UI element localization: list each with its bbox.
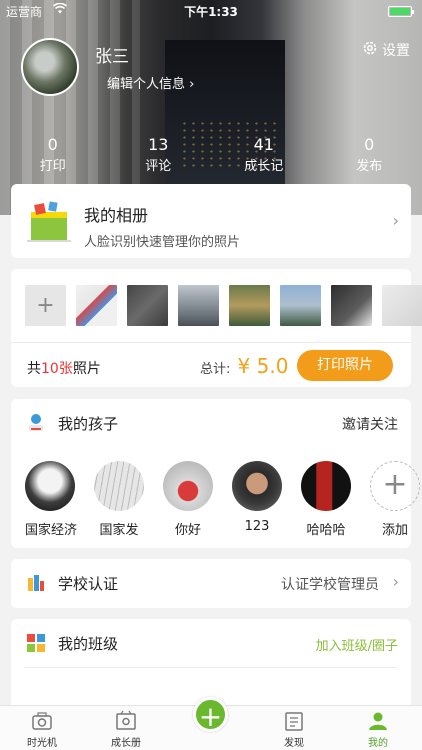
header-curtain-pattern [0, 0, 140, 215]
tab-label: 我的 [368, 738, 388, 749]
status-bar: 运营商 下午1:33 [0, 0, 422, 22]
child-item[interactable]: 你好 [163, 461, 213, 538]
album-subtitle: 人脸识别快速管理你的照片 [84, 235, 241, 250]
stat-posts[interactable]: 0 发布 [317, 135, 422, 174]
child-avatar [301, 461, 351, 511]
divider [25, 667, 397, 668]
profile-header-background [0, 0, 422, 215]
album-icon [25, 198, 73, 244]
battery-icon [388, 6, 414, 17]
stat-value: 41 [253, 135, 274, 154]
settings-label: 设置 [382, 43, 410, 59]
stat-label: 打印 [39, 159, 66, 174]
price-amount: 5.0 [256, 354, 289, 378]
stat-value: 0 [364, 135, 375, 154]
divider [11, 342, 411, 343]
stat-label: 成长记 [244, 159, 284, 174]
child-name: 国家经济 [25, 523, 78, 538]
stat-growth-records[interactable]: 41 成长记 [211, 135, 317, 174]
class-title: 我的班级 [58, 635, 119, 653]
child-item[interactable]: 哈哈哈 [301, 461, 351, 538]
photo-count-number: 10张 [41, 361, 73, 377]
photo-thumbnail[interactable] [178, 285, 219, 326]
edit-profile-label: 编辑个人信息 [107, 77, 186, 92]
tab-growth-album[interactable]: 成长册 [94, 709, 158, 749]
photo-count-suffix: 照片 [72, 361, 101, 377]
stat-value: 13 [148, 135, 169, 154]
stat-label: 发布 [356, 159, 383, 174]
child-avatar [25, 461, 75, 511]
username: 张三 [95, 47, 129, 67]
total-label: 总计: [200, 362, 231, 377]
status-time: 下午1:33 [184, 5, 238, 19]
child-item[interactable]: 国家发 [94, 461, 144, 538]
children-list: 国家经济 国家发 你好 123 哈哈哈 + 添加 [25, 461, 420, 538]
price-value: ¥ 5.0 [238, 354, 289, 378]
tab-time-machine[interactable]: 时光机 [10, 709, 74, 749]
add-photo-button[interactable]: + [25, 285, 66, 326]
tab-label: 发现 [284, 738, 304, 749]
child-icon [25, 411, 47, 433]
photo-thumbnail[interactable] [331, 285, 372, 326]
my-children-card: 我的孩子 邀请关注 国家经济 国家发 你好 123 哈哈哈 + 添加 [11, 399, 420, 548]
settings-button[interactable]: 设置 [362, 40, 410, 60]
chevron-right-icon: › [392, 211, 399, 230]
child-name: 123 [244, 519, 270, 534]
school-icon [25, 572, 47, 594]
stat-comments[interactable]: 13 评论 [106, 135, 212, 174]
total-price: 总计: ¥ 5.0 [200, 354, 288, 378]
child-name: 哈哈哈 [306, 523, 346, 538]
child-avatar [232, 461, 282, 511]
child-avatar [94, 461, 144, 511]
school-certification-card[interactable]: 学校认证 认证学校管理员 › [11, 559, 411, 608]
tab-label: 成长册 [111, 738, 141, 749]
avatar[interactable] [21, 38, 79, 96]
photo-thumbnail[interactable] [280, 285, 321, 326]
camera-icon [30, 709, 54, 733]
user-icon [366, 709, 390, 733]
invite-follow-link[interactable]: 邀请关注 [342, 414, 398, 434]
class-icon [25, 632, 47, 654]
school-admin-link[interactable]: 认证学校管理员 [281, 574, 379, 594]
add-child-button[interactable]: + 添加 [370, 461, 420, 538]
profile-stats: 0 打印 13 评论 41 成长记 0 发布 [0, 135, 422, 174]
photo-thumbnail[interactable] [127, 285, 168, 326]
photo-count-prefix: 共 [27, 361, 41, 377]
print-photos-button[interactable]: 打印照片 [297, 350, 393, 381]
gear-icon [362, 40, 378, 60]
stat-value: 0 [47, 135, 58, 154]
tab-label: 时光机 [27, 738, 57, 749]
photo-strip[interactable]: + [25, 285, 422, 326]
edit-profile-link[interactable]: 编辑个人信息 › [107, 73, 194, 92]
chevron-right-icon: › [189, 77, 195, 92]
photos-card: + 共10张照片 总计: ¥ 5.0 打印照片 [11, 269, 422, 387]
child-item[interactable]: 123 [232, 461, 282, 538]
currency-symbol: ¥ [237, 354, 251, 378]
children-title: 我的孩子 [58, 415, 119, 433]
add-child-label: 添加 [381, 523, 408, 538]
chevron-right-icon: › [392, 572, 399, 591]
tab-mine[interactable]: 我的 [346, 709, 410, 749]
photo-thumbnail[interactable] [382, 285, 422, 326]
photo-count: 共10张照片 [27, 358, 101, 378]
plus-icon: + [370, 461, 420, 511]
album-title: 我的相册 [84, 206, 149, 225]
stat-label: 评论 [145, 159, 172, 174]
discover-icon [282, 709, 306, 733]
photo-album-icon [114, 709, 138, 733]
child-name: 国家发 [99, 523, 139, 538]
create-plus-button[interactable]: + [193, 697, 228, 733]
photo-thumbnail[interactable] [76, 285, 117, 326]
child-item[interactable]: 国家经济 [25, 461, 78, 538]
stat-print[interactable]: 0 打印 [0, 135, 106, 174]
tab-discover[interactable]: 发现 [262, 709, 326, 749]
my-album-card[interactable]: 我的相册 人脸识别快速管理你的照片 › [11, 184, 411, 258]
school-title: 学校认证 [58, 575, 119, 593]
child-avatar [163, 461, 213, 511]
child-name: 你好 [174, 523, 201, 538]
join-class-link[interactable]: 加入班级/圈子 [316, 635, 398, 654]
photo-thumbnail[interactable] [229, 285, 270, 326]
